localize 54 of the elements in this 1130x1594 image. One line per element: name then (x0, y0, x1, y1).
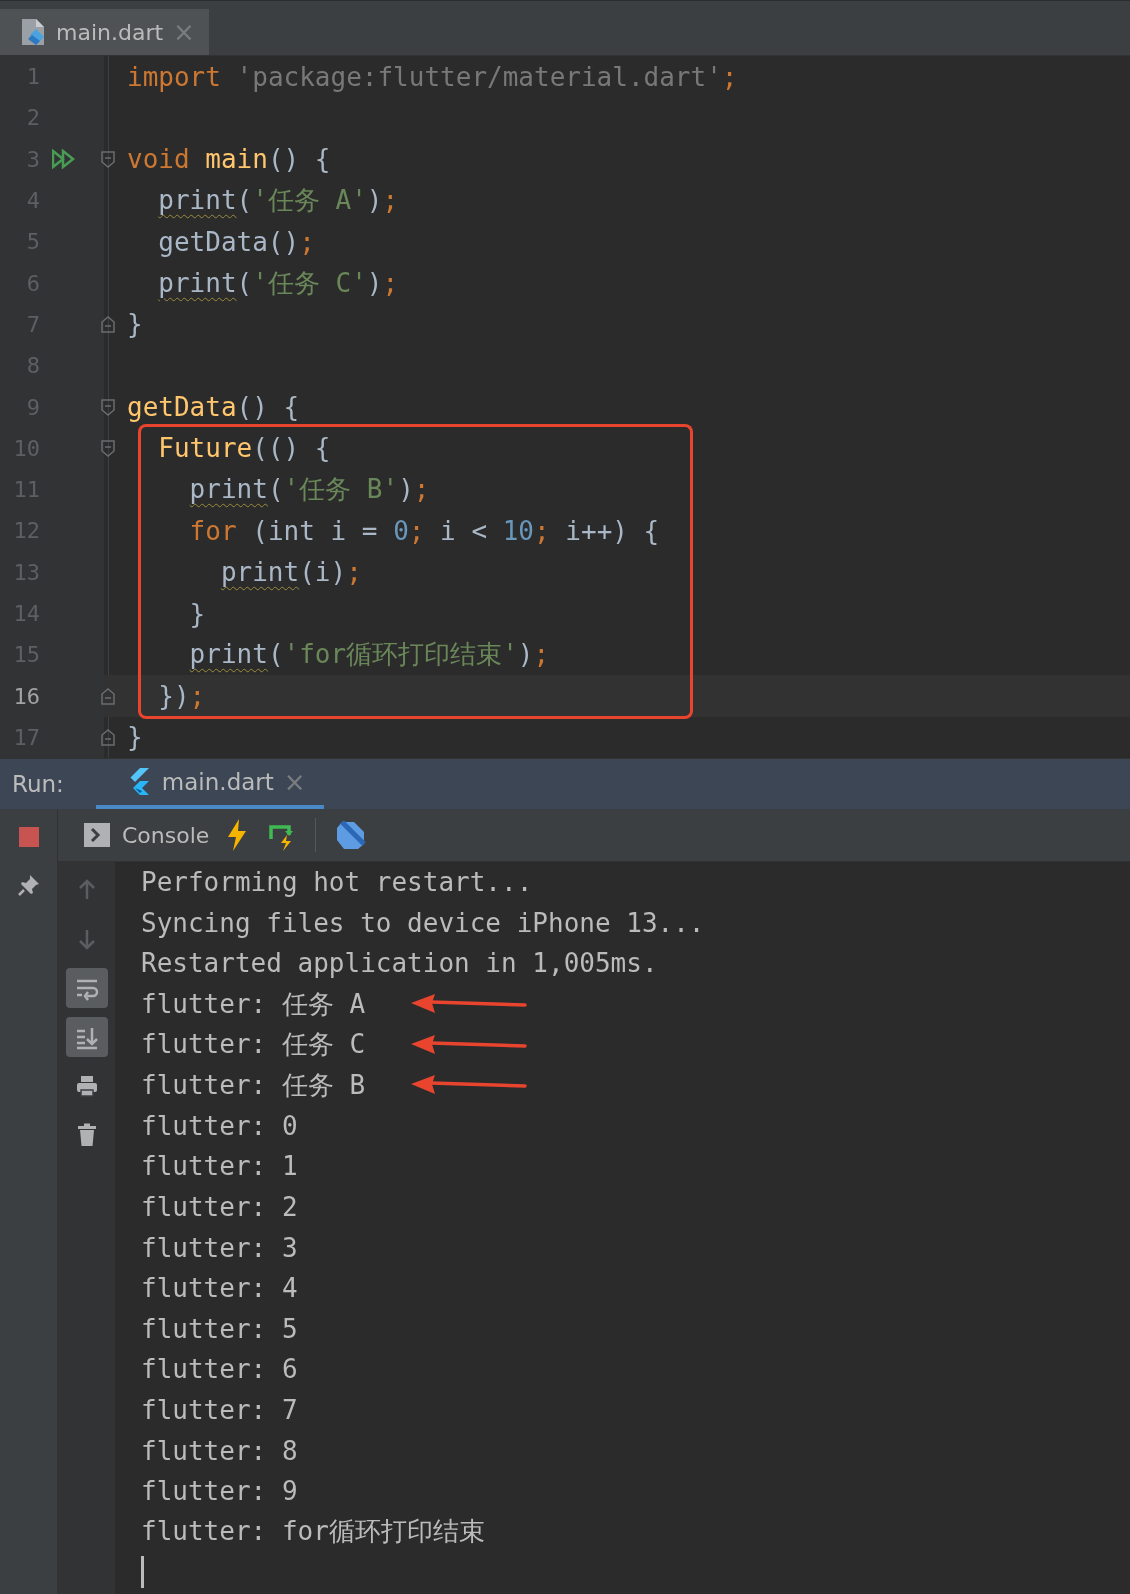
dart-icon[interactable] (334, 819, 367, 851)
code-line: import 'package:flutter/material.dart'; (127, 61, 738, 92)
console-output-line: flutter: 7 (141, 1395, 298, 1425)
line-number: 16 (12, 683, 40, 709)
fold-marker-icon[interactable] (100, 314, 116, 334)
console-output-line: flutter: 任务 A (141, 987, 366, 1021)
code-line: print('任务 B'); (189, 473, 430, 507)
code-line: } (127, 722, 143, 753)
code-line: getData() { (127, 392, 300, 422)
code-line: print('for循环打印结束'); (189, 638, 550, 672)
text-cursor (141, 1556, 144, 1589)
console-output-line: flutter: 6 (141, 1354, 298, 1385)
code-line: void main() { (127, 144, 331, 175)
code-line: } (127, 309, 143, 340)
console-output-line: flutter: 2 (141, 1192, 298, 1223)
run-icon[interactable] (52, 149, 76, 170)
console-output-line: flutter: 4 (141, 1273, 298, 1304)
code-line: } (189, 598, 206, 629)
console-output-line: flutter: 9 (141, 1476, 298, 1507)
console-label: Console (122, 822, 210, 848)
console-output-line: flutter: 任务 B (141, 1068, 366, 1102)
code-line: getData(); (158, 226, 315, 257)
scroll-to-end-button[interactable] (65, 1017, 108, 1057)
run-label: Run: (11, 770, 65, 799)
fold-marker-icon[interactable] (100, 438, 116, 458)
console-output-line: Syncing files to device iPhone 13... (141, 907, 705, 938)
file-tab[interactable]: main.dart × (0, 9, 209, 55)
console-output-line: flutter: 5 (141, 1313, 298, 1344)
console-output-line: flutter: 任务 C (141, 1028, 366, 1062)
code-line: for (int i = 0; i < 10; i++) { (189, 515, 660, 546)
console-output-line: Restarted application in 1,005ms. (141, 948, 658, 979)
console-output-line: flutter: 0 (141, 1110, 298, 1141)
console-output-line: Performing hot restart... (141, 867, 533, 898)
fold-marker-icon[interactable] (100, 727, 116, 747)
console-icon (84, 823, 110, 847)
code-line: print(i); (220, 557, 362, 588)
lightning-icon[interactable] (227, 819, 248, 851)
console-output-line: flutter: 8 (141, 1435, 298, 1466)
tab-label: main.dart (161, 769, 274, 795)
console-output-line: flutter: 1 (141, 1151, 298, 1182)
close-icon[interactable]: × (283, 767, 306, 797)
tab-label: main.dart (56, 19, 164, 45)
console-tab[interactable]: Console (84, 822, 210, 848)
dart-file-icon (20, 17, 46, 47)
code-line: print('任务 C'); (158, 266, 399, 300)
fold-marker-icon[interactable] (100, 686, 116, 706)
code-line: print('任务 A'); (158, 184, 399, 218)
console-output-line: flutter: for循环打印结束 (141, 1515, 485, 1549)
console-output-line: flutter: 3 (141, 1232, 298, 1263)
soft-wrap-button[interactable] (65, 968, 108, 1008)
code-line: Future(() { (158, 433, 331, 464)
fold-marker-icon[interactable] (100, 149, 116, 169)
code-line: }); (158, 681, 206, 712)
fold-marker-icon[interactable] (100, 397, 116, 417)
